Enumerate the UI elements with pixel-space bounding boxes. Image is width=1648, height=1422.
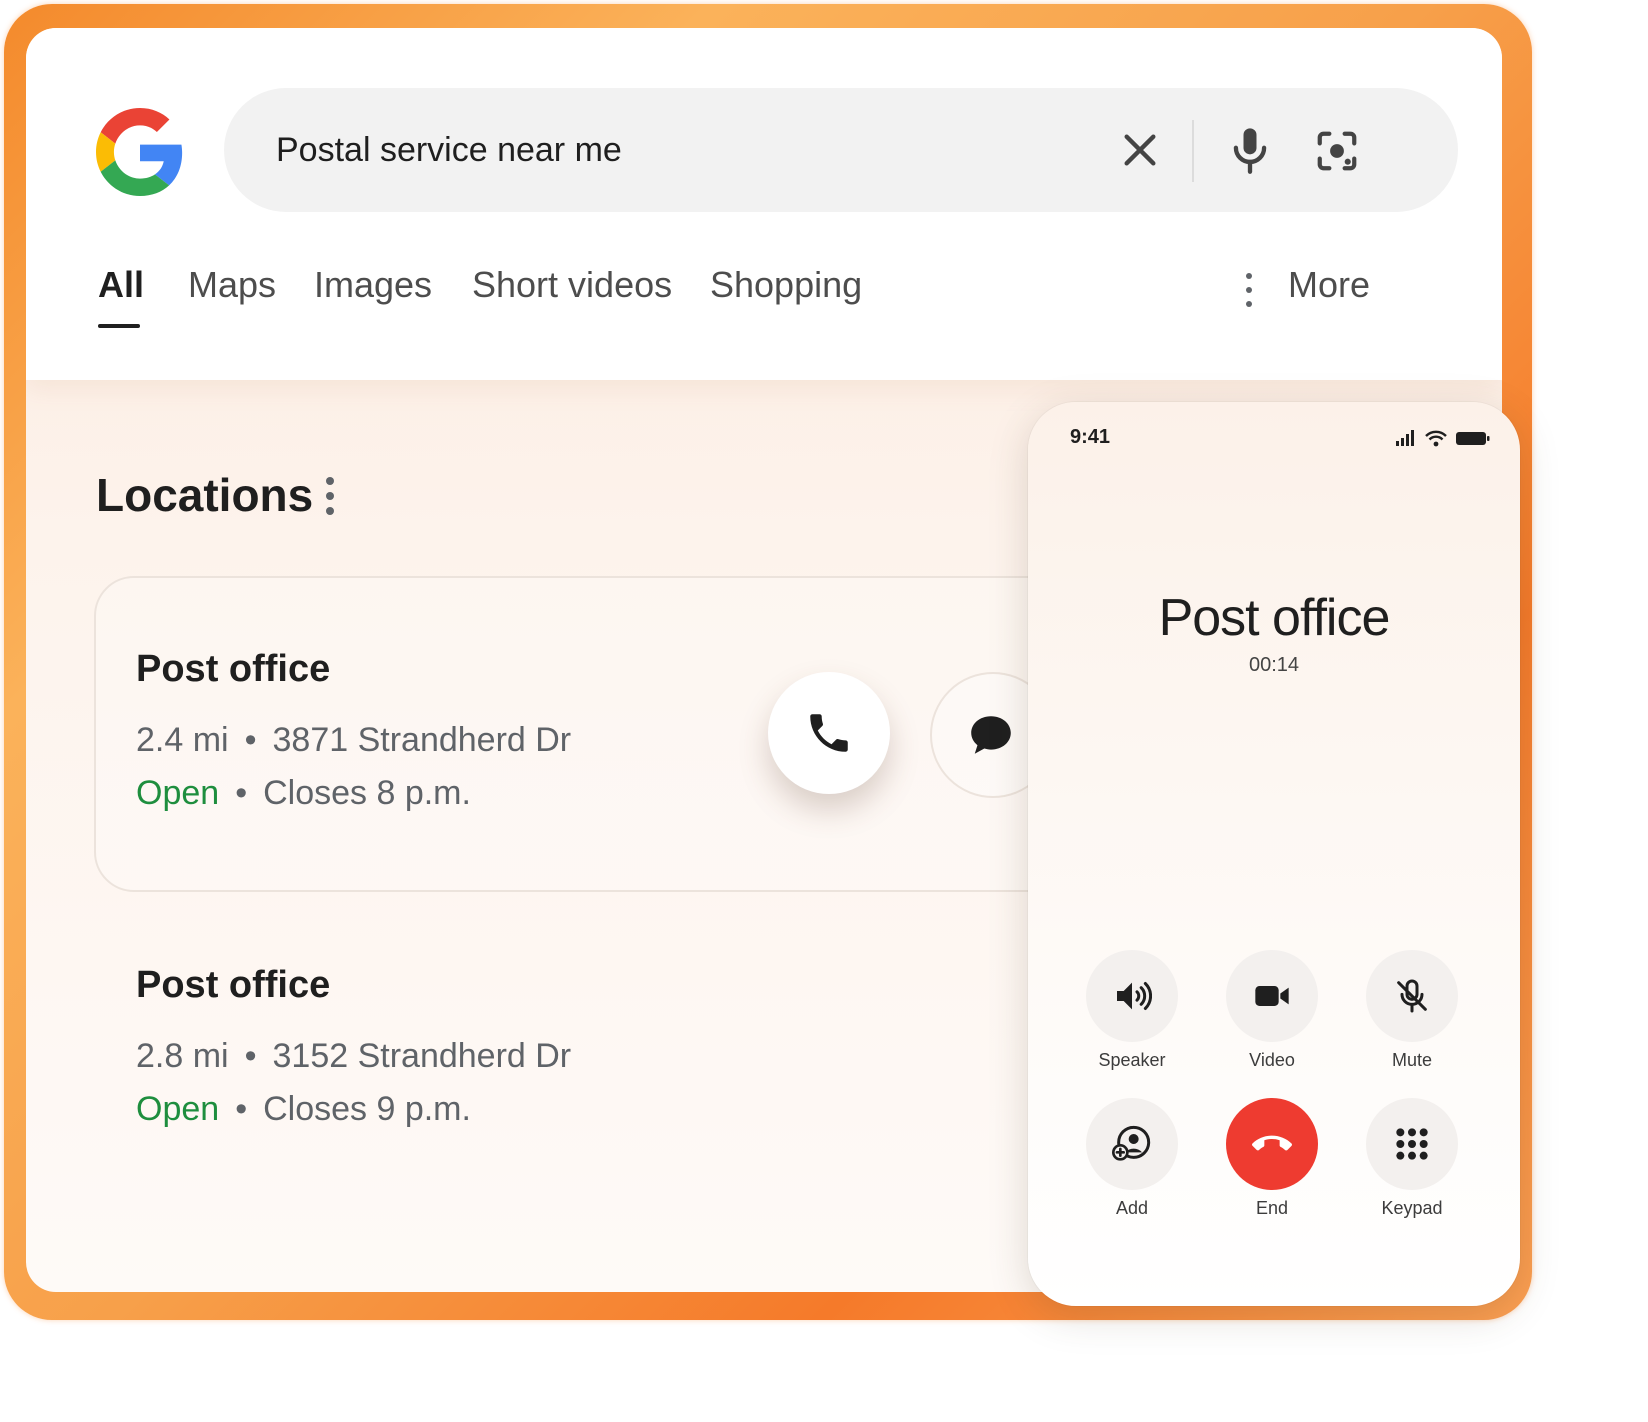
open-status: Open — [136, 774, 220, 812]
location-result-2[interactable]: Post office 2.8 mi • 3152 Strandherd Dr Op… — [136, 964, 571, 1129]
keypad-button[interactable] — [1366, 1098, 1458, 1190]
location-address: 3871 Strandherd Dr — [272, 721, 572, 759]
more-vert-icon — [1246, 273, 1252, 307]
video-label: Video — [1249, 1050, 1295, 1070]
locations-more-icon[interactable] — [324, 476, 336, 516]
call-timer: 00:14 — [1248, 654, 1300, 676]
location-address: 3152 Strandherd Dr — [272, 1037, 572, 1075]
separator-dot: • — [235, 1090, 248, 1128]
signal-icon — [1396, 430, 1414, 446]
search-header: Postal service near me All Maps Images S… — [26, 28, 1502, 380]
battery-icon — [1456, 432, 1490, 445]
search-input[interactable]: Postal service near me — [276, 88, 622, 212]
location-result-1[interactable]: Post office 2.4 mi • 3871 Strandherd Dr Op… — [136, 648, 571, 813]
microphone-icon[interactable] — [1224, 124, 1276, 176]
search-bar[interactable]: Postal service near me — [224, 88, 1458, 212]
more-label: More — [1288, 264, 1371, 305]
video-icon — [1255, 986, 1289, 1006]
mic-off-icon — [1397, 979, 1427, 1013]
mute-button[interactable] — [1366, 950, 1458, 1042]
separator-dot: • — [235, 774, 248, 812]
separator-dot: • — [244, 1037, 257, 1075]
end-label: End — [1255, 1198, 1289, 1218]
locations-heading: Locations — [96, 469, 314, 521]
location-distance: 2.8 mi — [136, 1037, 229, 1075]
speaker-icon — [1117, 982, 1152, 1010]
tab-shopping[interactable]: Shopping — [710, 264, 862, 306]
closing-time: Closes 9 p.m. — [263, 1090, 471, 1128]
mute-label: Mute — [1391, 1050, 1433, 1070]
status-bar-icons — [1396, 430, 1490, 447]
camera-lens-icon[interactable] — [1314, 128, 1360, 174]
search-divider — [1192, 120, 1194, 182]
active-tab-underline — [98, 324, 140, 328]
phone-icon — [810, 714, 848, 752]
add-call-button[interactable] — [1086, 1098, 1178, 1190]
tab-images[interactable]: Images — [314, 264, 432, 306]
location-name: Post office — [136, 964, 331, 1006]
tab-all-label: All — [98, 264, 145, 305]
add-label: Add — [1115, 1198, 1149, 1218]
speaker-label: Speaker — [1098, 1050, 1166, 1070]
closing-time: Closes 8 p.m. — [263, 774, 471, 812]
caller-name: Post office — [1158, 589, 1391, 647]
chat-bubble-icon — [971, 716, 1011, 754]
keypad-icon — [1396, 1128, 1428, 1160]
location-hours: Open • Closes 8 p.m. — [136, 774, 571, 813]
close-icon[interactable] — [1120, 130, 1160, 170]
location-distance: 2.4 mi — [136, 721, 229, 759]
tab-all[interactable]: All — [98, 264, 145, 328]
location-distance-address: 2.4 mi • 3871 Strandherd Dr — [136, 721, 571, 760]
tab-short-videos[interactable]: Short videos — [472, 264, 672, 306]
status-bar-time: 9:41 — [1070, 426, 1111, 448]
tab-maps[interactable]: Maps — [188, 264, 276, 306]
google-logo-icon[interactable] — [96, 108, 184, 196]
add-person-icon — [1112, 1125, 1151, 1161]
video-button[interactable] — [1226, 950, 1318, 1042]
speaker-button[interactable] — [1086, 950, 1178, 1042]
keypad-label: Keypad — [1381, 1198, 1443, 1218]
location-name: Post office — [136, 648, 331, 690]
wifi-icon — [1425, 430, 1447, 447]
end-call-button[interactable] — [1226, 1098, 1318, 1190]
phone-call-screen: 9:41 Post office 00:14 Speaker Video Mut… — [1028, 402, 1520, 1306]
location-distance-address: 2.8 mi • 3152 Strandherd Dr — [136, 1037, 571, 1076]
separator-dot: • — [244, 721, 257, 759]
location-hours: Open • Closes 9 p.m. — [136, 1090, 571, 1129]
call-button[interactable] — [768, 672, 890, 794]
open-status: Open — [136, 1090, 220, 1128]
end-call-icon — [1252, 1135, 1292, 1151]
